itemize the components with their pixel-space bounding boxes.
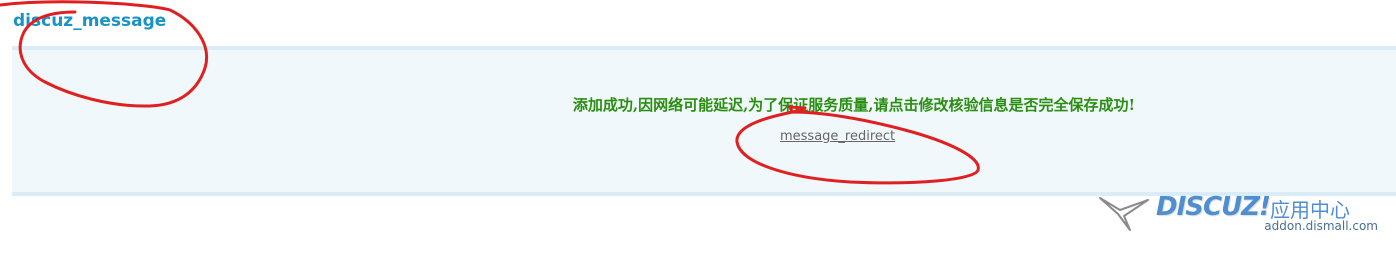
redirect-link[interactable]: message_redirect (780, 129, 895, 144)
watermark-brand: DISCUZ! (1156, 192, 1271, 222)
page-title: discuz_message (13, 11, 167, 31)
discuz-watermark: DISCUZ! 应用中心 addon.dismall.com (1098, 192, 1378, 242)
watermark-domain: addon.dismall.com (1264, 219, 1378, 233)
success-message: 添加成功,因网络可能延迟,为了保证服务质量,请点击修改核验信息是否完全保存成功! (572, 96, 1136, 114)
discuz-bird-logo-icon (1099, 197, 1149, 231)
message-panel: 添加成功,因网络可能延迟,为了保证服务质量,请点击修改核验信息是否完全保存成功!… (12, 46, 1396, 196)
